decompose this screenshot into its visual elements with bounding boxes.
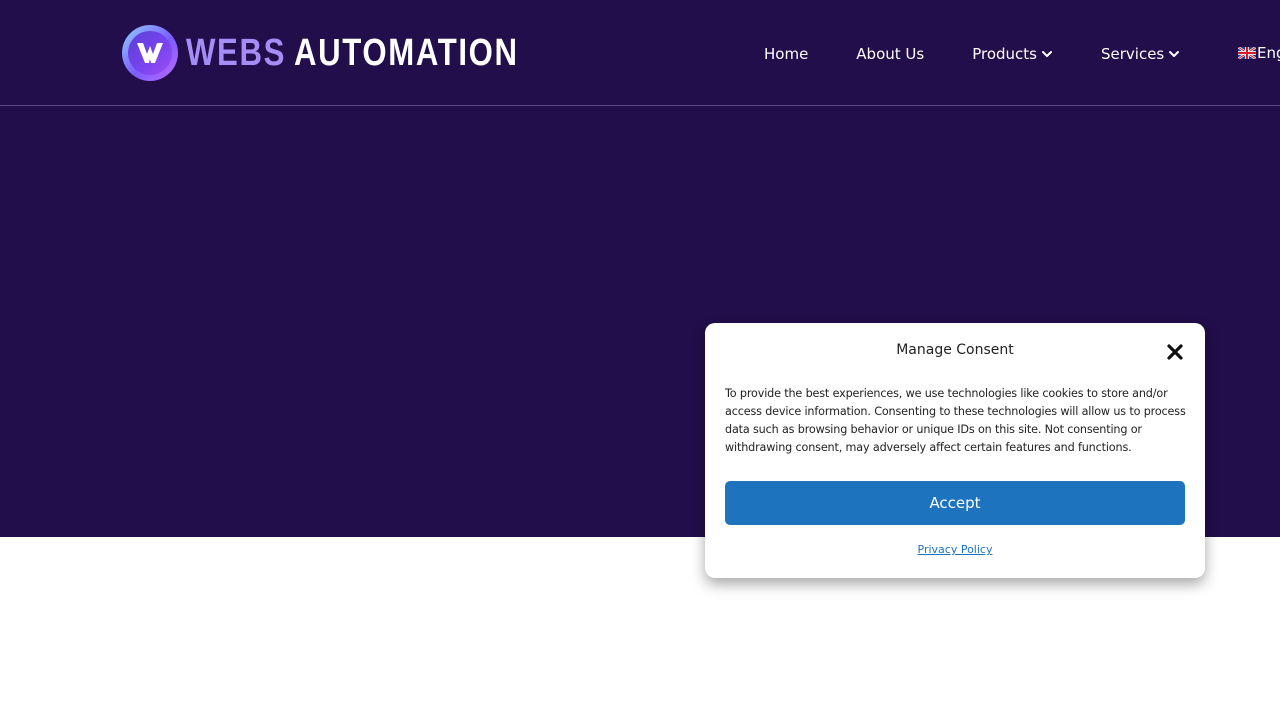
nav-item-label: About Us [856,45,925,63]
consent-title: Manage Consent [896,342,1014,358]
chevron-down-icon [1042,51,1052,57]
nav-item-label: Home [764,45,809,63]
consent-dialog: Manage Consent To provide the best exper… [705,323,1205,578]
nav-item-services[interactable]: Services [1101,45,1180,63]
language-label: Eng [1257,44,1280,62]
uk-flag-icon [1238,47,1256,59]
nav-item-label: Products [972,45,1037,63]
site-logo[interactable]: WEBS AUTOMATION [122,24,568,82]
nav-item-products[interactable]: Products [972,45,1053,63]
nav-item-about-us[interactable]: About Us [856,45,924,63]
nav-item-home[interactable]: Home [764,45,808,63]
privacy-policy-link[interactable]: Privacy Policy [705,543,1205,556]
logo-text-primary: WEBS [186,32,287,74]
logo-text-secondary: AUTOMATION [294,32,519,74]
close-icon[interactable] [1166,343,1184,361]
accept-button[interactable]: Accept [725,481,1185,525]
language-switcher[interactable]: Eng [1238,44,1280,62]
chevron-down-icon [1169,51,1180,57]
nav-item-label: Services [1101,45,1165,63]
wa-monogram-icon [122,25,178,81]
main-nav: Home About Us Products Services [764,40,1180,68]
site-header: WEBS AUTOMATION Home About Us Products S… [0,0,1280,106]
consent-message: To provide the best experiences, we use … [725,387,1186,454]
page: WEBS AUTOMATION Home About Us Products S… [0,0,1280,720]
